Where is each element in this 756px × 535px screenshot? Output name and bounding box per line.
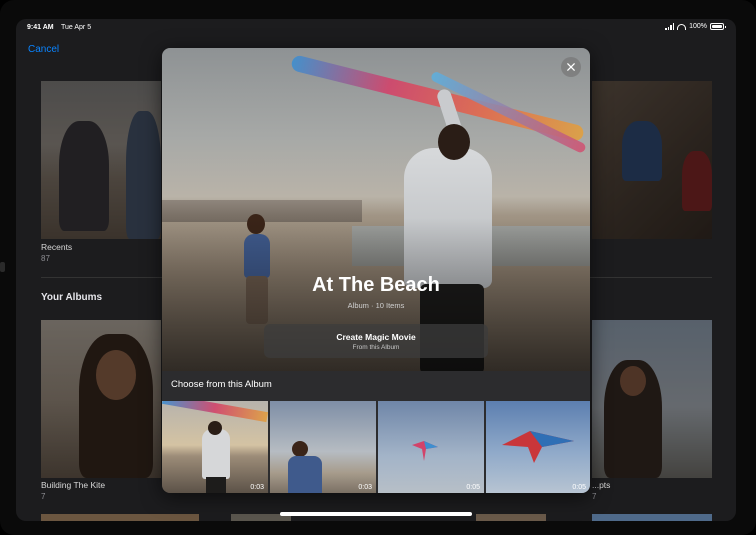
recents-label: Recents xyxy=(41,242,73,252)
album-building-the-kite[interactable] xyxy=(41,320,161,478)
thumbnail-duration: 0:05 xyxy=(466,484,480,491)
album-title: At The Beach xyxy=(312,274,440,296)
side-button xyxy=(0,262,5,272)
album-label: Building The Kite xyxy=(41,480,106,490)
album-detail-modal: At The Beach Album · 10 Items Create Mag… xyxy=(162,48,590,493)
status-bar: 9:41 AM Tue Apr 5 100% xyxy=(16,19,736,37)
choose-from-album-label: Choose from this Album xyxy=(171,379,272,390)
album-row-peek xyxy=(476,514,546,521)
status-right: 100% xyxy=(665,23,726,30)
ipad-frame: 9:41 AM Tue Apr 5 100% Cancel Recents 87… xyxy=(0,0,756,535)
battery-percent: 100% xyxy=(689,23,707,30)
magic-movie-subtitle: From this Album xyxy=(352,344,400,351)
album-item-thumbnail[interactable]: 0:03 xyxy=(162,401,268,493)
album-row-peek xyxy=(41,514,199,521)
kite-icon xyxy=(502,431,574,463)
kite-icon xyxy=(412,441,438,461)
status-date: Tue Apr 5 xyxy=(61,24,92,31)
thumbnail-duration: 0:03 xyxy=(358,484,372,491)
close-button[interactable] xyxy=(561,57,581,77)
cellular-signal-icon xyxy=(665,23,675,30)
recents-thumbnail[interactable] xyxy=(41,81,161,239)
your-albums-title: Your Albums xyxy=(41,292,103,303)
wifi-icon xyxy=(677,23,687,30)
close-icon xyxy=(567,63,575,71)
recents-count: 87 xyxy=(41,254,50,263)
album-label-right: ...pts xyxy=(592,480,611,490)
album-row-peek xyxy=(592,514,712,521)
create-magic-movie-button[interactable]: Create Magic Movie From this Album xyxy=(264,324,488,358)
home-indicator[interactable] xyxy=(280,512,472,516)
cancel-button[interactable]: Cancel xyxy=(28,44,59,55)
magic-movie-title: Create Magic Movie xyxy=(336,332,416,342)
album-kite-girl[interactable] xyxy=(592,320,712,478)
album-item-thumbnail[interactable]: 0:03 xyxy=(270,401,376,493)
recents-thumbnail-right[interactable] xyxy=(592,81,712,239)
album-item-thumbnail[interactable]: 0:05 xyxy=(486,401,590,493)
battery-icon xyxy=(710,23,726,30)
album-count-right: 7 xyxy=(592,492,597,501)
album-count: 7 xyxy=(41,492,46,501)
thumbnail-duration: 0:05 xyxy=(572,484,586,491)
album-hero-photo xyxy=(162,48,590,371)
thumbnail-duration: 0:03 xyxy=(250,484,264,491)
status-time: 9:41 AM xyxy=(27,24,54,31)
album-item-thumbnail[interactable]: 0:05 xyxy=(378,401,484,493)
screen: 9:41 AM Tue Apr 5 100% Cancel Recents 87… xyxy=(16,19,736,521)
album-subtitle: Album · 10 Items xyxy=(347,301,405,310)
